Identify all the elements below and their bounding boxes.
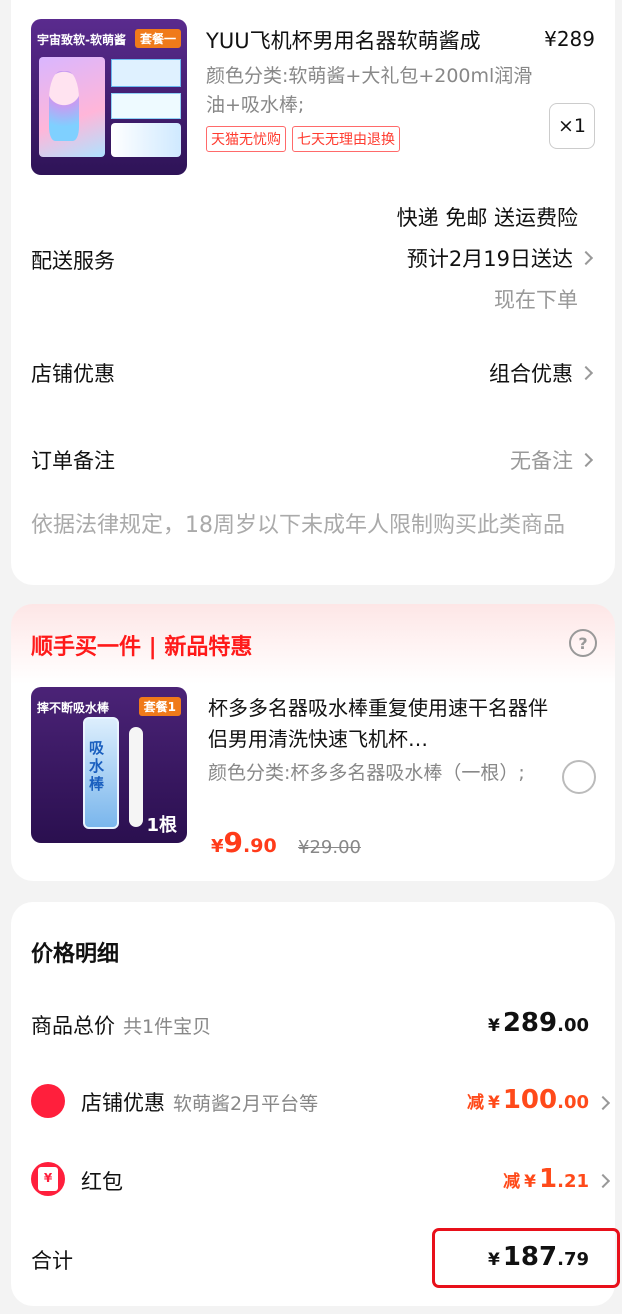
- product-thumbnail[interactable]: 宇宙致软-软萌酱 套餐一: [31, 19, 187, 175]
- service-tags: 天猫无忧购 七天无理由退换: [206, 126, 400, 152]
- delivery-line3: 现在下单: [494, 288, 578, 312]
- upsell-title: 顺手买一件 | 新品特惠: [31, 635, 253, 660]
- amount-decimal: .21: [557, 1171, 589, 1192]
- product-spec[interactable]: 颜色分类:软萌酱+大礼包+200ml润滑油+吸水棒;: [206, 62, 546, 120]
- minus-prefix: 减: [466, 1093, 484, 1113]
- price-detail-card: 价格明细 商品总价 共1件宝贝 ¥289.00 店铺优惠 软萌酱2月平台等 减 ¥10…: [11, 902, 620, 1306]
- order-note-selector[interactable]: 无备注: [510, 445, 595, 475]
- price-decimal: .90: [243, 835, 277, 857]
- thumb-banner-badge: 套餐1: [138, 697, 181, 716]
- amount-integer: 100: [502, 1085, 558, 1115]
- goods-total-text: 商品总价: [31, 1014, 115, 1038]
- goods-total-amount: ¥289.00: [488, 1008, 589, 1038]
- amount-integer: 289: [502, 1008, 558, 1038]
- delivery-line1: 快递 免邮 送运费险: [396, 206, 578, 230]
- upsell-thumbnail[interactable]: 摔不断吸水棒 套餐1 吸水棒 1根: [31, 687, 187, 843]
- currency-symbol: ¥: [524, 1172, 537, 1192]
- accessory-art: [111, 59, 181, 87]
- amount-integer: 187: [502, 1242, 558, 1272]
- delivery-option[interactable]: 快递 免邮 送运费险: [397, 202, 595, 232]
- lubricant-art: [111, 123, 181, 157]
- total-amount: ¥187.79: [488, 1242, 589, 1272]
- minus-prefix: 减: [503, 1172, 521, 1192]
- thumb-banner-badge: 套餐一: [134, 29, 181, 48]
- currency-symbol: ¥: [211, 836, 224, 857]
- service-tag: 天猫无忧购: [206, 126, 286, 152]
- delivery-line2: 预计2月19日送达: [406, 247, 573, 271]
- tube-label: 吸水棒: [89, 739, 105, 793]
- accessory-art: [111, 93, 181, 119]
- currency-symbol: ¥: [487, 1016, 500, 1036]
- service-tag: 七天无理由退换: [292, 126, 400, 152]
- upsell-original-price: ¥29.00: [298, 837, 361, 858]
- store-discount-selector[interactable]: 组合优惠: [489, 358, 595, 388]
- chevron-right-icon: [578, 250, 594, 266]
- currency-symbol: ¥: [487, 1250, 500, 1270]
- amount-integer: 1: [539, 1164, 558, 1194]
- product-title[interactable]: YUU飞机杯男用名器软萌酱成: [206, 25, 536, 55]
- amount-decimal: .00: [557, 1092, 589, 1113]
- stick-art: [129, 727, 143, 827]
- goods-total-label: 商品总价 共1件宝贝: [31, 1010, 211, 1040]
- character-art: [49, 71, 79, 141]
- order-note-label: 订单备注: [31, 449, 115, 473]
- delivery-label: 配送服务: [31, 249, 115, 273]
- quantity-button[interactable]: ×1: [549, 103, 595, 149]
- amount-decimal: .00: [557, 1015, 589, 1036]
- shop-coupon-icon: [31, 1084, 65, 1118]
- thumb-count: 1根: [146, 815, 177, 836]
- chevron-right-icon[interactable]: [595, 1173, 611, 1189]
- upsell-product-title[interactable]: 杯多多名器吸水棒重复使用速干名器伴侣男用清洗快速飞机杯…: [208, 693, 548, 755]
- chevron-right-icon: [578, 365, 594, 381]
- currency-symbol: ¥: [487, 1093, 500, 1113]
- redpack-label[interactable]: 红包: [81, 1166, 123, 1196]
- upsell-product-spec: 颜色分类:杯多多名器吸水棒（一根）;: [208, 762, 525, 784]
- amount-decimal: .79: [557, 1249, 589, 1270]
- section-title: 价格明细: [31, 942, 120, 967]
- order-note-value: 无备注: [510, 449, 573, 473]
- delivery-eta[interactable]: 预计2月19日送达: [407, 243, 595, 273]
- chevron-right-icon: [578, 452, 594, 468]
- redpack-amount[interactable]: 减 ¥1.21: [503, 1164, 589, 1194]
- shop-discount-text: 店铺优惠: [81, 1091, 165, 1115]
- upsell-select-radio[interactable]: [562, 760, 596, 794]
- shop-discount-label[interactable]: 店铺优惠 软萌酱2月平台等: [81, 1087, 318, 1117]
- store-discount-label: 店铺优惠: [31, 362, 115, 386]
- age-restriction-notice: 依据法律规定，18周岁以下未成年人限制购买此类商品: [31, 513, 565, 538]
- thumb-banner-text: 摔不断吸水棒: [37, 701, 110, 715]
- price-integer: 9: [223, 826, 244, 859]
- red-envelope-icon: [31, 1162, 65, 1196]
- product-price: ¥289: [544, 27, 595, 51]
- total-label: 合计: [31, 1249, 73, 1273]
- chevron-right-icon[interactable]: [595, 1095, 611, 1111]
- help-icon[interactable]: ?: [569, 629, 597, 657]
- order-item-card: 宇宙致软-软萌酱 套餐一 YUU飞机杯男用名器软萌酱成 ¥289 颜色分类:软萌…: [11, 0, 615, 585]
- shop-discount-sub: 软萌酱2月平台等: [173, 1093, 319, 1115]
- delivery-hint: 现在下单: [494, 284, 595, 314]
- upsell-card: 顺手买一件 | 新品特惠 ? 摔不断吸水棒 套餐1 吸水棒 1根 杯多多名器吸水…: [11, 604, 615, 881]
- shop-discount-amount[interactable]: 减 ¥100.00: [467, 1085, 589, 1115]
- store-discount-value: 组合优惠: [489, 362, 573, 386]
- upsell-price: ¥9.90: [211, 826, 277, 859]
- thumb-banner-text: 宇宙致软-软萌酱: [37, 33, 126, 47]
- goods-count: 共1件宝贝: [123, 1016, 212, 1038]
